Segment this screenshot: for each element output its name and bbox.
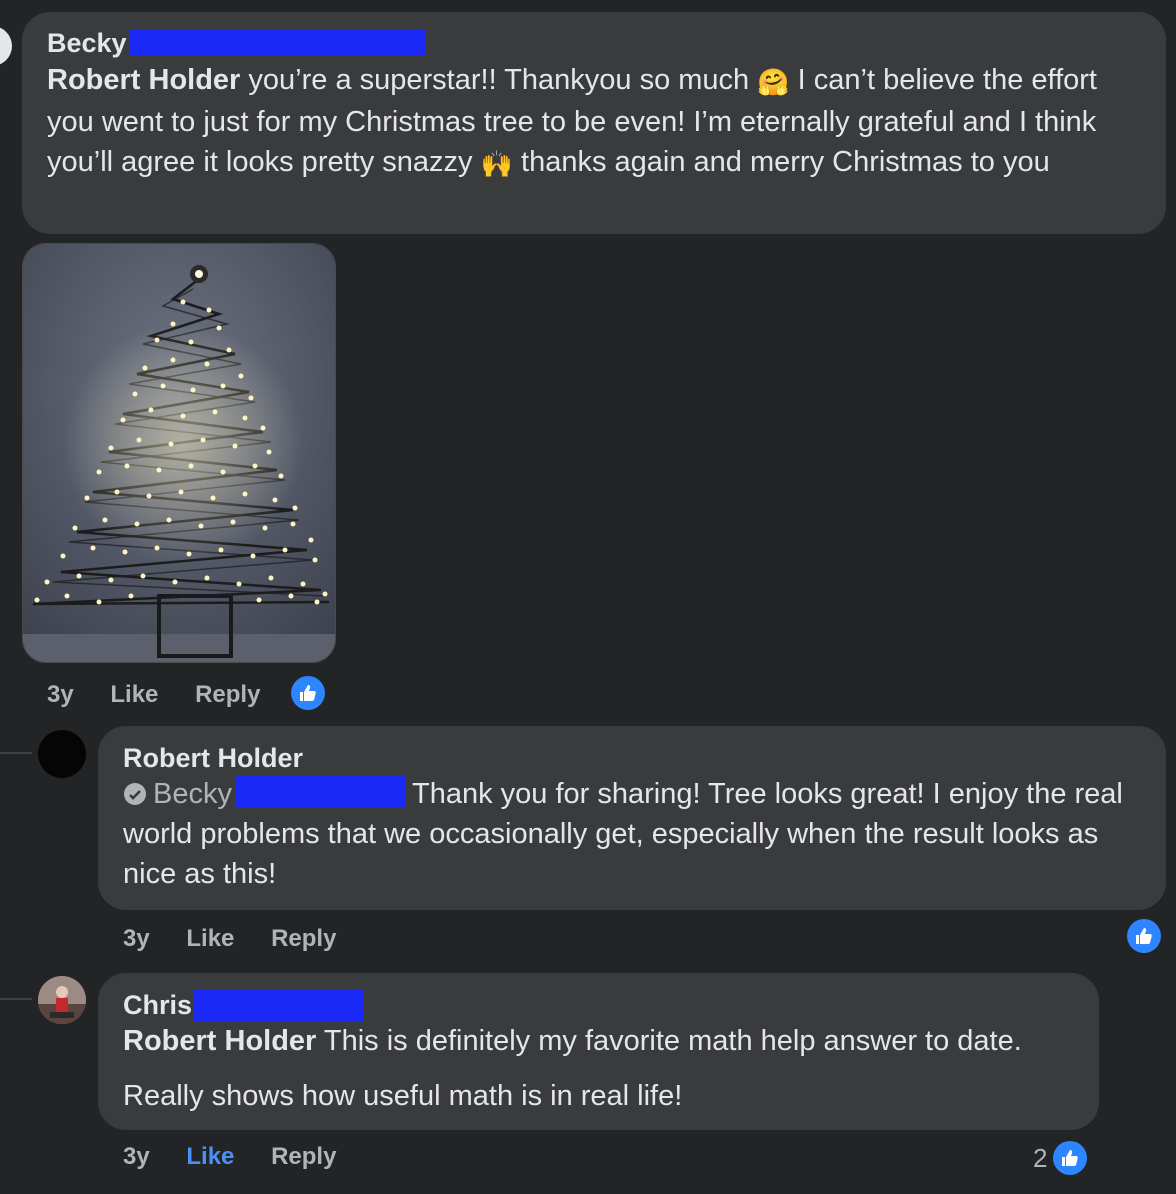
like-button[interactable]: Like (186, 925, 234, 952)
thread-line (0, 752, 32, 754)
check-circle-icon (123, 777, 147, 805)
mention-link[interactable]: Robert Holder (123, 1025, 316, 1057)
timestamp[interactable]: 3y (123, 1143, 150, 1170)
christmas-tree-photo[interactable] (22, 243, 336, 663)
comment-text: Robert Holder This is definitely my favo… (123, 1025, 1022, 1057)
redacted-name (235, 776, 406, 807)
like-button[interactable]: Like (110, 681, 158, 708)
mention-tag[interactable]: Becky (123, 778, 232, 810)
comment-actions: 3y Like Reply (123, 1143, 366, 1171)
comment-bubble: Robert Holder Becky Thank you for sharing… (98, 726, 1166, 910)
avatar[interactable] (0, 26, 12, 66)
raised-hands-emoji: 🙌 (480, 149, 513, 179)
reply-button[interactable]: Reply (195, 681, 260, 708)
comment-actions: 3y Like Reply (123, 925, 366, 953)
avatar[interactable] (38, 730, 86, 778)
reply-button[interactable]: Reply (271, 1143, 336, 1170)
tree-lights-image (23, 244, 335, 662)
like-button[interactable]: Like (186, 1143, 234, 1170)
redacted-name (193, 990, 363, 1021)
like-reaction-icon (1053, 1141, 1088, 1175)
reply-button[interactable]: Reply (271, 925, 336, 952)
comment-bubble: Becky Robert Holder you’re a superstar!!… (22, 12, 1166, 234)
like-reaction-icon[interactable] (1127, 919, 1161, 953)
redacted-name (130, 30, 426, 55)
avatar[interactable] (38, 976, 86, 1024)
comment-author[interactable]: Robert Holder (123, 743, 303, 774)
comment-bubble: Chris Robert Holder This is definitely m… (98, 973, 1099, 1130)
comment-text: Robert Holder you’re a superstar!! Thank… (47, 60, 1137, 184)
reaction-count-number: 2 (1033, 1142, 1048, 1173)
comment-text-line: Really shows how useful math is in real … (123, 1080, 683, 1112)
like-reaction-icon[interactable] (291, 676, 325, 710)
hugging-face-emoji: 🤗 (757, 67, 790, 97)
timestamp[interactable]: 3y (123, 925, 150, 952)
comment-author[interactable]: Becky (47, 28, 127, 59)
mention-link[interactable]: Robert Holder (47, 64, 240, 96)
comment-text: Becky Thank you for sharing! Tree looks g… (123, 776, 1123, 890)
comment-author[interactable]: Chris (123, 990, 192, 1021)
thread-line (0, 998, 32, 1000)
timestamp[interactable]: 3y (47, 681, 74, 708)
reaction-count[interactable]: 2 (1033, 1141, 1088, 1175)
comment-actions: 3y Like Reply (47, 681, 290, 709)
